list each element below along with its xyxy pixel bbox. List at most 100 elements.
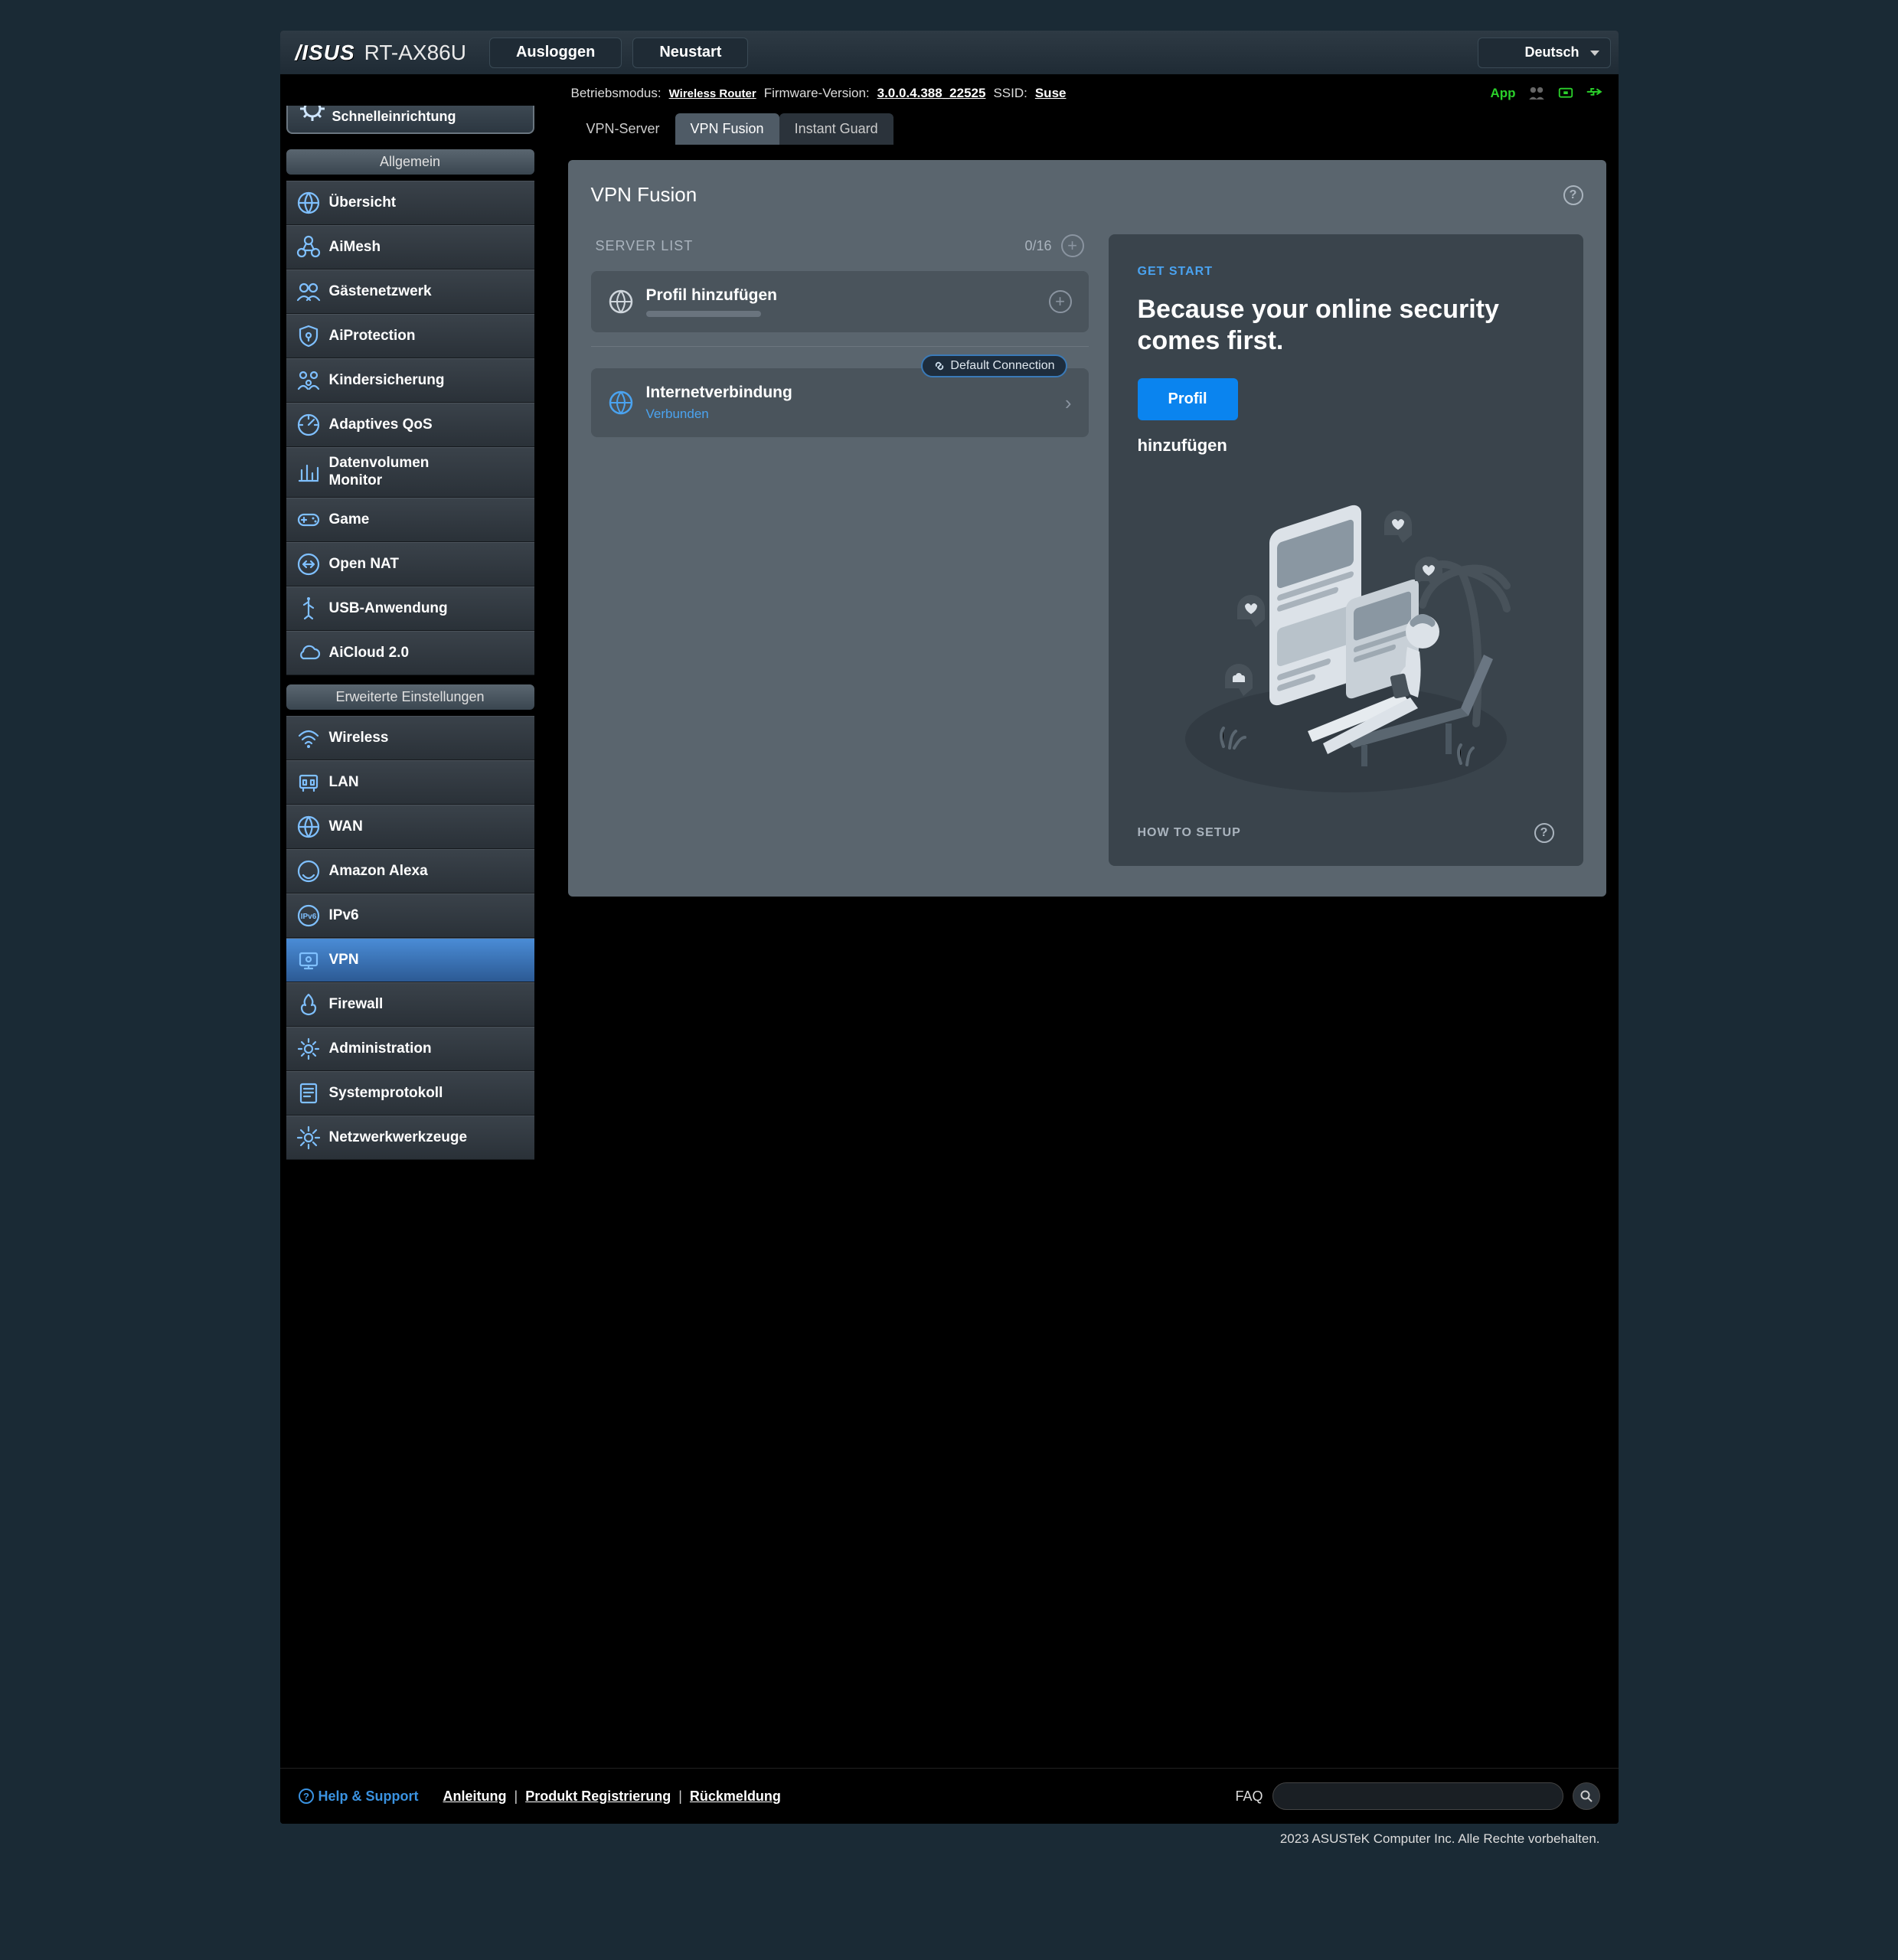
copyright-text: 2023 ASUSTeK Computer Inc. Alle Rechte v… <box>280 1824 1619 1877</box>
alexa-icon <box>296 858 322 884</box>
manual-link[interactable]: Anleitung <box>443 1788 507 1805</box>
product-registration-link[interactable]: Produkt Registrierung <box>525 1788 671 1805</box>
faq-label: FAQ <box>1235 1788 1263 1805</box>
nav-label: AiCloud 2.0 <box>329 645 410 662</box>
footer-bar: ? Help & Support Anleitung | Produkt Reg… <box>280 1768 1619 1824</box>
add-profile-label: Profil hinzufügen <box>646 286 777 305</box>
nav-label: Open NAT <box>329 556 399 573</box>
nav-label: LAN <box>329 774 359 791</box>
nav-label: Firewall <box>329 996 384 1013</box>
nav-label: Amazon Alexa <box>329 863 428 880</box>
tab-vpn-server[interactable]: VPN-Server <box>571 113 675 145</box>
sidebar-item-aimesh[interactable]: AiMesh <box>286 225 534 270</box>
sidebar-item-qos[interactable]: Adaptives QoS <box>286 403 534 447</box>
gamepad-icon <box>296 507 322 533</box>
reboot-button[interactable]: Neustart <box>632 38 748 68</box>
svg-text:IPv6: IPv6 <box>300 913 316 921</box>
server-list-column: SERVER LIST 0/16 + Profil hinzufü <box>591 234 1089 866</box>
info-bar: Betriebsmodus: Wireless Router Firmware-… <box>280 75 1619 106</box>
globe-icon <box>296 190 322 216</box>
add-profile-plus-icon[interactable]: + <box>1049 290 1072 313</box>
globe-icon <box>608 289 634 315</box>
sidebar-item-admin[interactable]: Administration <box>286 1027 534 1071</box>
language-select[interactable]: Deutsch <box>1478 38 1610 68</box>
chart-icon <box>296 459 322 485</box>
faq-input[interactable] <box>1272 1782 1563 1810</box>
ssid-label: SSID: <box>993 86 1027 101</box>
usb-status-icon[interactable] <box>1586 86 1603 101</box>
divider <box>591 346 1089 347</box>
sidebar-item-lan[interactable]: LAN <box>286 760 534 805</box>
top-bar: /ISUS RT-AX86U Ausloggen Neustart Deutsc… <box>280 31 1619 75</box>
add-profile-card[interactable]: Profil hinzufügen + <box>591 271 1089 332</box>
sidebar-item-overview[interactable]: Übersicht <box>286 181 534 225</box>
promo-tagline: GET START <box>1138 265 1554 279</box>
tab-vpn-fusion[interactable]: VPN Fusion <box>675 113 779 145</box>
sidebar-item-firewall[interactable]: Firewall <box>286 982 534 1027</box>
sidebar-item-aiprotection[interactable]: AiProtection <box>286 314 534 358</box>
nav-label: AiMesh <box>329 239 381 256</box>
sidebar-item-wan[interactable]: WAN <box>286 805 534 849</box>
connection-label: Internetverbindung <box>646 384 792 402</box>
howto-row: HOW TO SETUP ? <box>1138 823 1554 843</box>
howto-help-icon[interactable]: ? <box>1534 823 1554 843</box>
tab-instant-guard[interactable]: Instant Guard <box>779 113 893 145</box>
nav-label: Kindersicherung <box>329 372 445 389</box>
globe-icon <box>296 814 322 840</box>
logout-button[interactable]: Ausloggen <box>489 38 622 68</box>
sidebar-item-aicloud[interactable]: AiCloud 2.0 <box>286 631 534 675</box>
vpn-fusion-panel: VPN Fusion ? SERVER LIST 0/16 + <box>568 160 1606 897</box>
sidebar-item-vpn[interactable]: VPN <box>286 938 534 982</box>
profile-cta-button[interactable]: Profil <box>1138 378 1238 420</box>
sidebar-item-wireless[interactable]: Wireless <box>286 716 534 760</box>
globe-icon <box>608 390 634 416</box>
sidebar-item-nettools[interactable]: Netzwerkwerkzeuge <box>286 1116 534 1160</box>
promo-headline: Because your online security comes first… <box>1138 294 1554 357</box>
nav-label: USB-Anwendung <box>329 600 448 617</box>
cloud-icon <box>296 640 322 666</box>
svg-text:?: ? <box>303 1791 309 1802</box>
chevron-right-icon: › <box>1065 391 1072 415</box>
clients-icon[interactable] <box>1528 86 1545 101</box>
section-advanced-label: Erweiterte Einstellungen <box>286 684 534 710</box>
panel-header: VPN Fusion ? <box>591 183 1583 207</box>
server-list-header: SERVER LIST 0/16 + <box>591 234 1089 271</box>
family-icon <box>296 368 322 394</box>
nav-label: Übersicht <box>329 194 397 211</box>
op-mode-value[interactable]: Wireless Router <box>669 87 756 100</box>
sidebar-item-guestnet[interactable]: Gästenetzwerk <box>286 270 534 314</box>
promo-cta-subtext: hinzufügen <box>1138 436 1554 456</box>
lan-icon <box>296 769 322 795</box>
nav-label: Game <box>329 511 370 528</box>
app-link[interactable]: App <box>1490 86 1515 101</box>
sidebar-item-usb[interactable]: USB-Anwendung <box>286 586 534 631</box>
help-support-link[interactable]: ? Help & Support <box>299 1788 419 1805</box>
sidebar-item-ipv6[interactable]: IPv6 IPv6 <box>286 893 534 938</box>
wan-status-icon[interactable] <box>1557 86 1574 101</box>
nav-label: IPv6 <box>329 907 359 924</box>
nav-label: Netzwerkwerkzeuge <box>329 1129 468 1146</box>
nav-label: Adaptives QoS <box>329 416 433 433</box>
brand-model: RT-AX86U <box>364 41 466 65</box>
fw-value[interactable]: 3.0.0.4.388_22525 <box>877 86 986 101</box>
sidebar-item-opennat[interactable]: Open NAT <box>286 542 534 586</box>
sidebar-item-traffic[interactable]: DatenvolumenMonitor <box>286 447 534 498</box>
ssid-value[interactable]: Suse <box>1035 86 1067 101</box>
sidebar-item-parental[interactable]: Kindersicherung <box>286 358 534 403</box>
add-server-button[interactable]: + <box>1061 234 1084 257</box>
feedback-link[interactable]: Rückmeldung <box>690 1788 781 1805</box>
nav-label: Systemprotokoll <box>329 1085 443 1102</box>
main-content: VPN Fusion ? SERVER LIST 0/16 + <box>556 145 1619 1768</box>
status-icons: App <box>1490 86 1602 101</box>
internet-connection-card[interactable]: Default Connection Internetverbindung Ve… <box>591 368 1089 437</box>
nav-label: Wireless <box>329 730 389 746</box>
language-label: Deutsch <box>1524 44 1579 60</box>
gear-icon <box>296 1036 322 1062</box>
help-icon[interactable]: ? <box>1563 185 1583 205</box>
sidebar-item-game[interactable]: Game <box>286 498 534 542</box>
faq-search-button[interactable] <box>1573 1782 1600 1810</box>
howto-label: HOW TO SETUP <box>1138 826 1241 840</box>
default-connection-badge: Default Connection <box>921 354 1067 377</box>
sidebar-item-syslog[interactable]: Systemprotokoll <box>286 1071 534 1116</box>
sidebar-item-alexa[interactable]: Amazon Alexa <box>286 849 534 893</box>
